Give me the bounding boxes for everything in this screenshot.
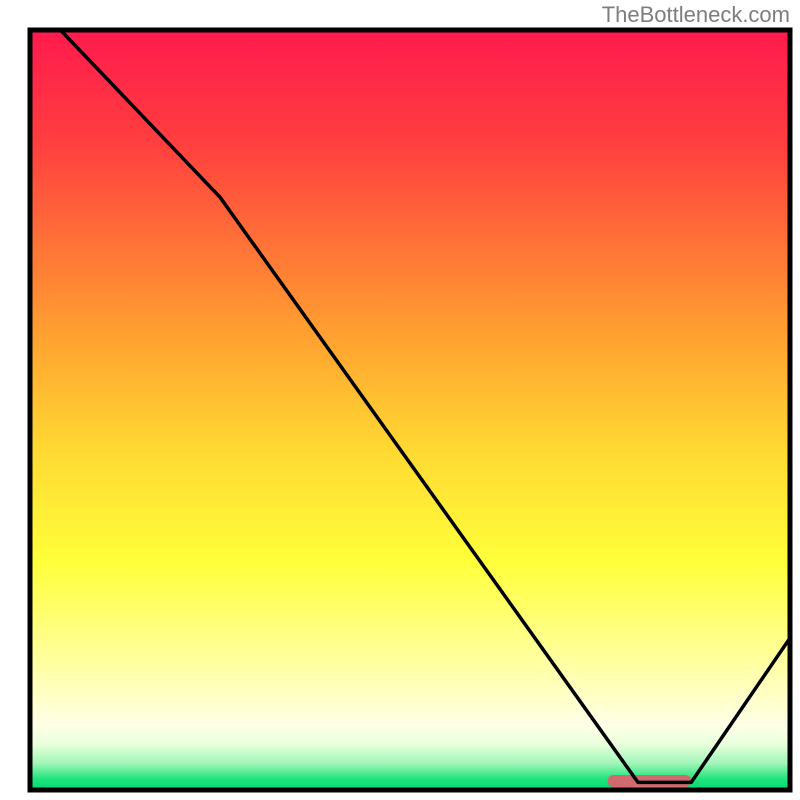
watermark-text: TheBottleneck.com [602, 2, 790, 28]
bottleneck-chart [0, 0, 800, 800]
gradient-background [30, 30, 790, 790]
chart-container: TheBottleneck.com [0, 0, 800, 800]
